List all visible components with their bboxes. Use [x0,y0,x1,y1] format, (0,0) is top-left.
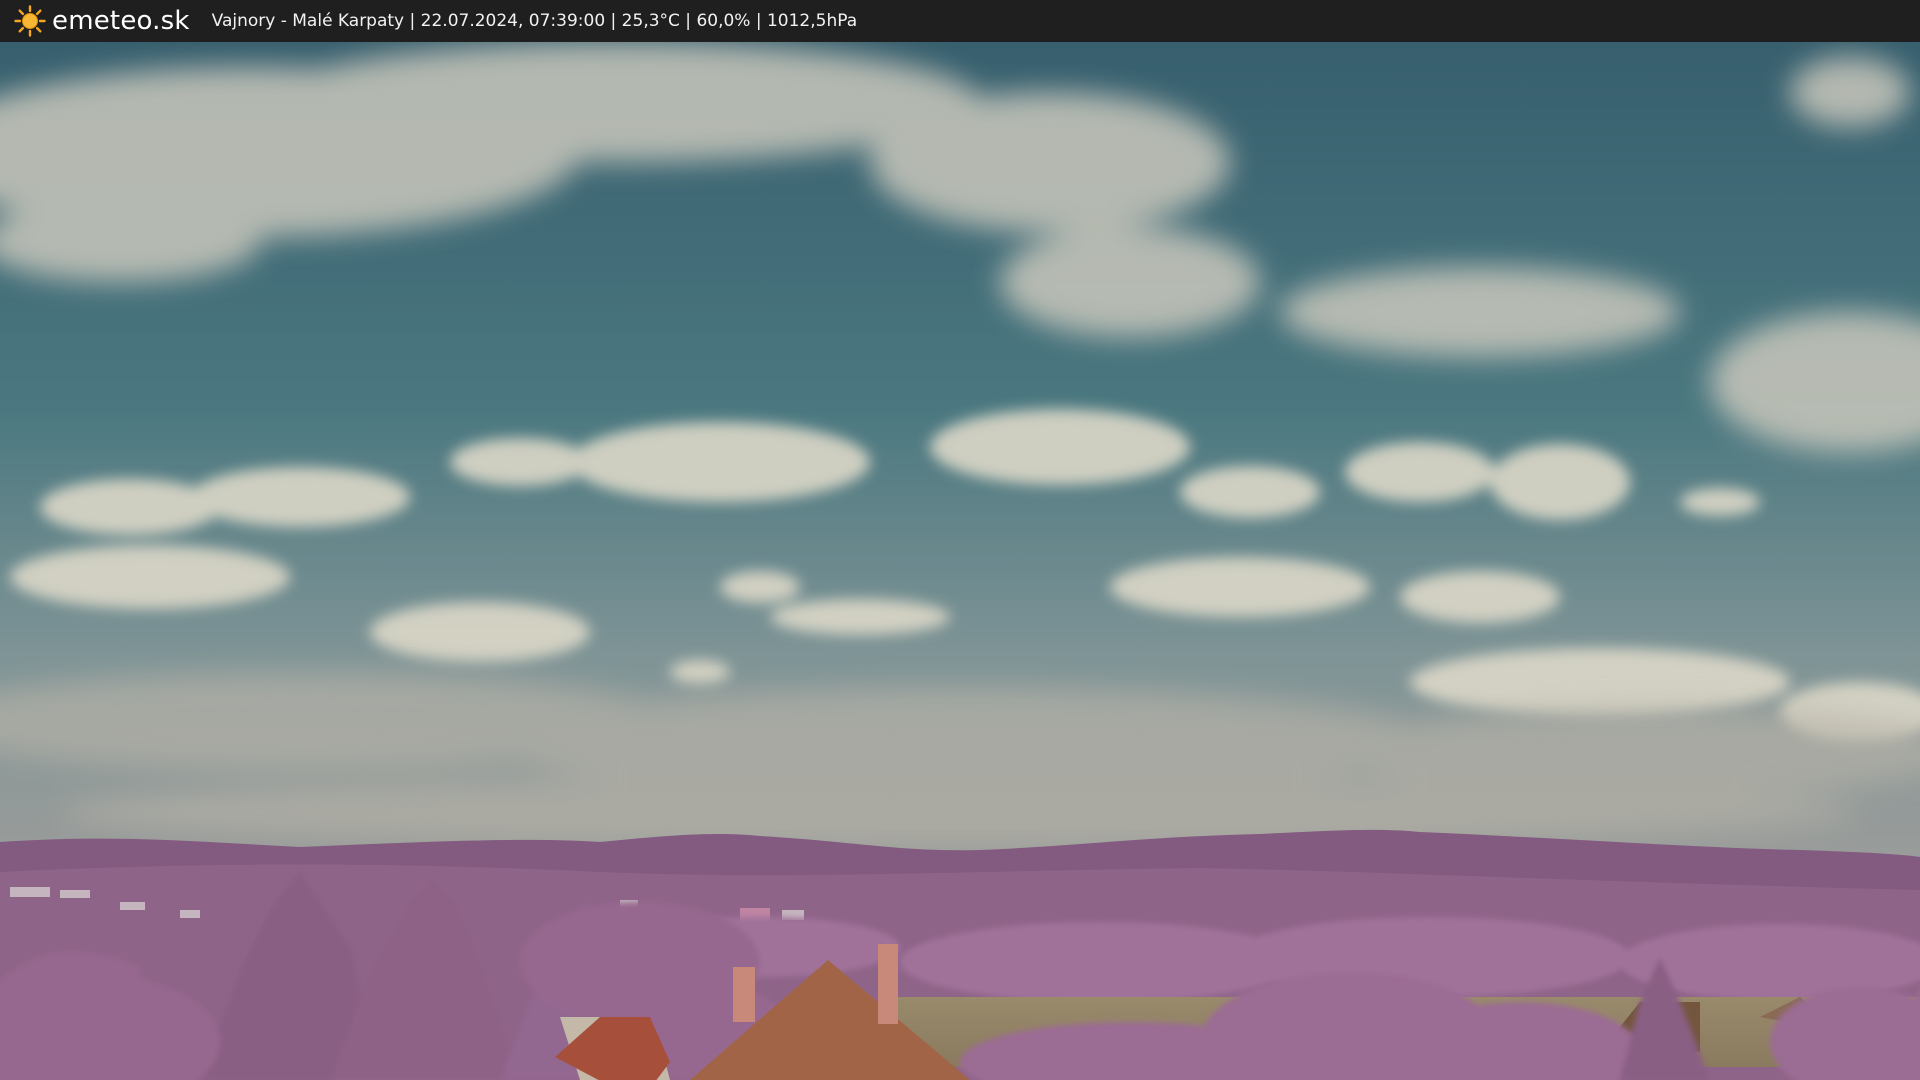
webcam-image [0,42,1920,1080]
station-caption: Vajnory - Malé Karpaty | 22.07.2024, 07:… [211,11,858,31]
sun-icon [14,5,46,37]
top-bar: emeteo.sk Vajnory - Malé Karpaty | 22.07… [0,0,1920,42]
logo-text: emeteo.sk [52,6,190,36]
webcam-frame: emeteo.sk Vajnory - Malé Karpaty | 22.07… [0,0,1920,1080]
site-logo[interactable]: emeteo.sk [14,0,190,42]
